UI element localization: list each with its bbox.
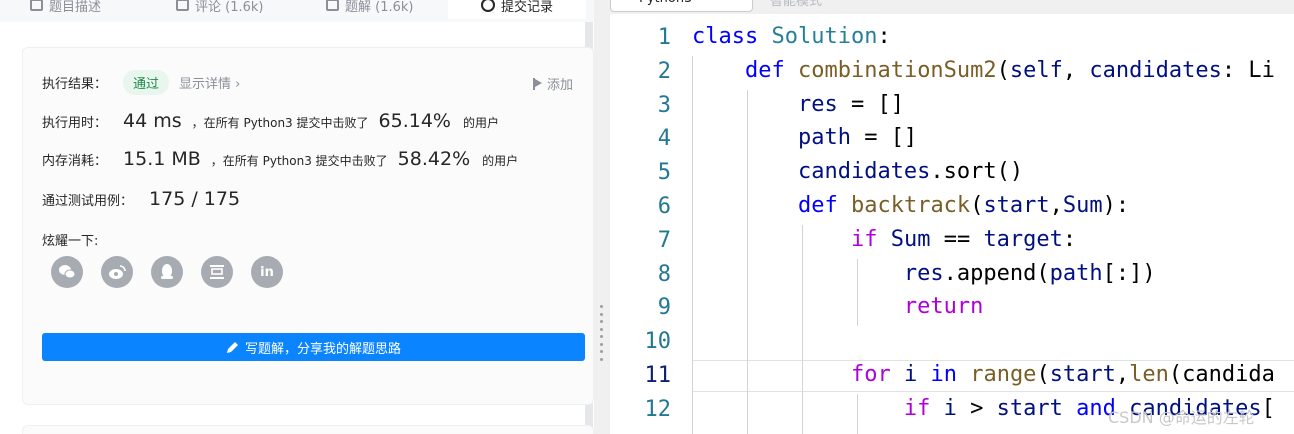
editor-toolbar: Python3 智能模式 xyxy=(610,0,1294,14)
runtime-description: ，在所有 Python3 提交中击败了 xyxy=(191,116,369,130)
clock-icon xyxy=(480,0,495,12)
result-row: 执行结果： 通过 显示详情 › xyxy=(42,70,240,95)
code-line[interactable]: candidates.sort() xyxy=(692,158,1023,186)
tab-solutions-label: 题解 (1.6k) xyxy=(345,0,414,15)
share-label: 炫耀一下: xyxy=(42,234,99,249)
memory-tail: 的用户 xyxy=(482,154,519,168)
qq-glyph xyxy=(161,264,173,279)
tab-comments[interactable]: 评论 (1.6k) xyxy=(176,0,263,19)
code-line[interactable]: path = [] xyxy=(692,124,917,152)
comment-icon xyxy=(176,0,189,11)
pencil-icon xyxy=(226,341,238,353)
memory-row: 内存消耗： 15.1 MB ，在所有 Python3 提交中击败了 58.42%… xyxy=(42,148,518,170)
code-line[interactable]: if Sum == target: xyxy=(692,226,1076,254)
tab-submissions-label: 提交记录 xyxy=(500,0,553,15)
line-number: 11 xyxy=(644,363,672,388)
code-line[interactable]: res.append(path[:]) xyxy=(692,260,1156,288)
tab-solutions[interactable]: 题解 (1.6k) xyxy=(326,0,413,19)
line-number: 4 xyxy=(657,126,671,152)
runtime-row: 执行用时： 44 ms ，在所有 Python3 提交中击败了 65.14% 的… xyxy=(42,110,499,132)
show-detail-link[interactable]: 显示详情 › xyxy=(179,73,240,92)
runtime-value: 44 ms xyxy=(123,110,182,132)
douban-glyph xyxy=(210,265,224,279)
write-solution-label: 写题解，分享我的解题思路 xyxy=(244,341,401,357)
weibo-glyph xyxy=(109,265,126,279)
memory-value: 15.1 MB xyxy=(123,148,201,170)
line-number: 12 xyxy=(644,396,672,422)
smart-mode-toggle[interactable]: 智能模式 xyxy=(770,0,822,9)
code-line[interactable]: for i in range(start,len(candida xyxy=(692,361,1275,389)
line-number: 6 xyxy=(657,194,671,219)
qq-icon[interactable] xyxy=(151,256,183,288)
tests-value: 175 / 175 xyxy=(149,188,241,210)
memory-percent: 58.42% xyxy=(397,148,471,170)
line-number-gutter: 1 2 3 4 5 6 7 8 9 10 11 12 xyxy=(610,14,682,434)
panel-splitter[interactable] xyxy=(594,0,610,434)
memory-description: ，在所有 Python3 提交中击败了 xyxy=(210,154,388,168)
drag-handle-icon xyxy=(600,305,603,361)
submission-result-card: 执行结果： 通过 显示详情 › 添加 执行用时： 44 ms ，在所有 Pyth… xyxy=(22,47,594,405)
tab-comments-label: 评论 (1.6k) xyxy=(195,0,264,15)
watermark: CSDN @命运的左轮 xyxy=(1108,408,1255,427)
add-note-button[interactable]: 添加 xyxy=(533,74,573,93)
code-editor[interactable]: 1 2 3 4 5 6 7 8 9 10 11 12 class Solution: def comb… xyxy=(610,14,1294,434)
line-number: 9 xyxy=(657,295,671,321)
code-line[interactable]: def backtrack(start,Sum): xyxy=(692,192,1129,220)
douban-icon[interactable] xyxy=(201,256,233,288)
language-select[interactable]: Python3 xyxy=(610,0,753,12)
line-number: 2 xyxy=(657,58,671,84)
linkedin-icon[interactable]: in xyxy=(251,256,283,288)
runtime-percent: 65.14% xyxy=(378,110,451,132)
write-solution-button[interactable]: 写题解，分享我的解题思路 xyxy=(42,333,585,361)
next-card xyxy=(22,425,594,434)
tests-row: 通过测试用例： 175 / 175 xyxy=(42,188,240,210)
tests-label: 通过测试用例： xyxy=(42,194,134,209)
line-number: 1 xyxy=(657,25,671,50)
line-number: 5 xyxy=(657,160,671,186)
tab-description-label: 题目描述 xyxy=(49,0,102,15)
wechat-glyph xyxy=(59,265,76,279)
line-number: 7 xyxy=(657,227,671,253)
weibo-icon[interactable] xyxy=(101,256,133,288)
app-root: 题目描述 评论 (1.6k) 题解 (1.6k) 提交记录 执行结果： 通过 显… xyxy=(0,0,1294,434)
line-number: 10 xyxy=(644,329,672,355)
share-row: 炫耀一下: xyxy=(42,230,98,249)
runtime-label: 执行用时： xyxy=(42,116,108,131)
line-number: 3 xyxy=(657,92,671,118)
doc-icon xyxy=(30,0,43,11)
wechat-icon[interactable] xyxy=(51,256,83,288)
left-panel: 题目描述 评论 (1.6k) 题解 (1.6k) 提交记录 执行结果： 通过 显… xyxy=(0,0,594,434)
code-line[interactable]: res = [] xyxy=(692,91,904,119)
code-line[interactable]: return xyxy=(692,293,983,321)
runtime-tail: 的用户 xyxy=(462,116,499,130)
line-number: 8 xyxy=(657,261,671,287)
tab-bar: 题目描述 评论 (1.6k) 题解 (1.6k) 提交记录 xyxy=(0,0,594,22)
tab-submissions[interactable]: 提交记录 xyxy=(448,0,586,19)
memory-label: 内存消耗： xyxy=(42,154,108,169)
result-label: 执行结果： xyxy=(42,77,108,92)
code-line[interactable]: class Solution: xyxy=(692,23,891,51)
solution-icon xyxy=(326,0,339,11)
code-line[interactable]: def combinationSum2(self, candidates: Li xyxy=(692,57,1275,85)
tab-description[interactable]: 题目描述 xyxy=(30,0,101,19)
add-note-label: 添加 xyxy=(547,78,574,93)
flag-icon xyxy=(533,77,543,90)
status-badge: 通过 xyxy=(123,70,170,95)
